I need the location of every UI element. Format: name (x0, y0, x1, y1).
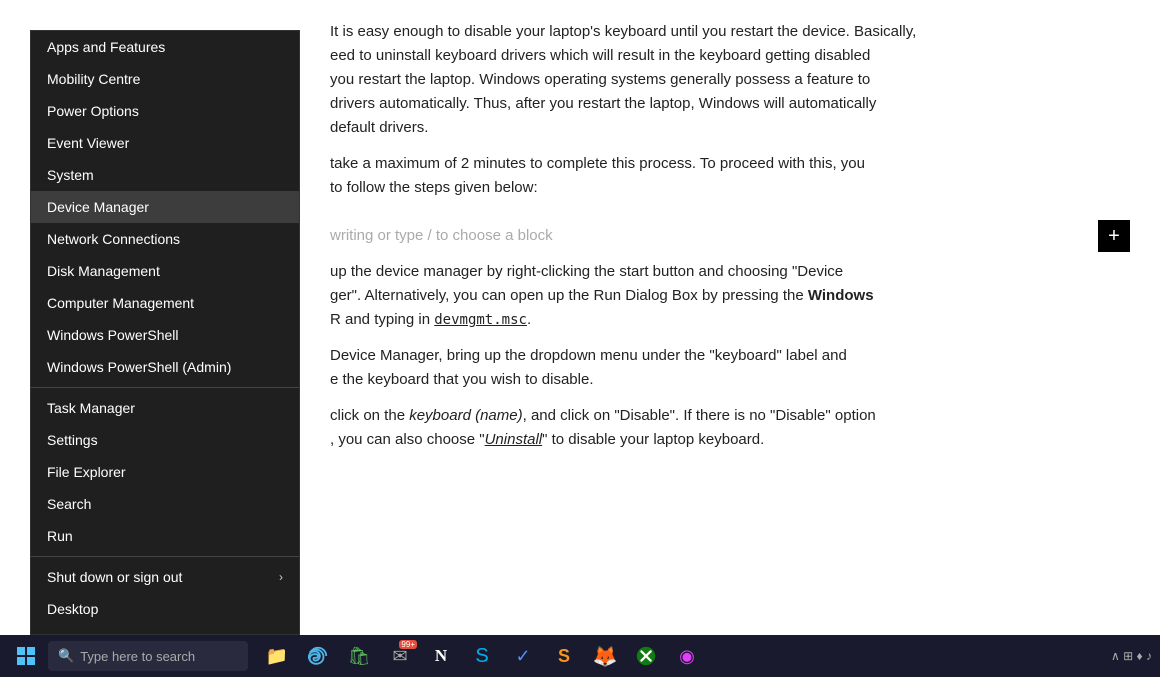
taskbar-tray: ∧ ⊞ ♦ ♪ (1111, 649, 1152, 663)
menu-item-label-network-connections: Network Connections (47, 231, 180, 247)
taskbar-icon-sublime[interactable]: S (545, 637, 583, 675)
menu-item-label-mobility-centre: Mobility Centre (47, 71, 140, 87)
article-para2: take a maximum of 2 minutes to complete … (330, 152, 1130, 200)
menu-item-label-run: Run (47, 528, 73, 544)
menu-item-computer-management[interactable]: Computer Management (31, 287, 299, 319)
context-menu: Apps and Features Mobility Centre Power Op… (30, 30, 300, 635)
menu-divider (31, 556, 299, 557)
menu-item-label-system: System (47, 167, 94, 183)
menu-item-arrow-shut-down-sign-out: › (279, 570, 283, 584)
menu-item-disk-management[interactable]: Disk Management (31, 255, 299, 287)
search-placeholder-text: Type here to search (80, 649, 195, 664)
menu-item-label-file-explorer: File Explorer (47, 464, 126, 480)
menu-item-label-event-viewer: Event Viewer (47, 135, 129, 151)
menu-divider (31, 387, 299, 388)
article-para5: click on the keyboard (name), and click … (330, 404, 1130, 452)
menu-item-label-shut-down-sign-out: Shut down or sign out (47, 569, 182, 585)
code-devmgmt: devmgmt.msc (434, 312, 527, 328)
menu-item-label-computer-management: Computer Management (47, 295, 194, 311)
menu-item-shut-down-sign-out[interactable]: Shut down or sign out › (31, 561, 299, 593)
article-para3: up the device manager by right-clicking … (330, 260, 1130, 332)
menu-item-label-device-manager: Device Manager (47, 199, 149, 215)
taskbar-icon-multi[interactable]: ◉ (668, 637, 706, 675)
menu-item-run[interactable]: Run (31, 520, 299, 552)
menu-item-task-manager[interactable]: Task Manager (31, 392, 299, 424)
menu-item-windows-powershell-admin[interactable]: Windows PowerShell (Admin) (31, 351, 299, 383)
taskbar-icon-store[interactable]: 🛍 (340, 637, 378, 675)
menu-item-device-manager[interactable]: Device Manager (31, 191, 299, 223)
menu-item-mobility-centre[interactable]: Mobility Centre (31, 63, 299, 95)
menu-item-apps-features[interactable]: Apps and Features (31, 31, 299, 63)
taskbar: 🔍 Type here to search 📁 🛍 ✉ 99+ N S ✓ S … (0, 635, 1160, 677)
article-content: It is easy enough to disable your laptop… (300, 0, 1160, 637)
menu-item-label-task-manager: Task Manager (47, 400, 135, 416)
menu-item-label-search: Search (47, 496, 91, 512)
menu-item-desktop[interactable]: Desktop (31, 593, 299, 625)
menu-item-search[interactable]: Search (31, 488, 299, 520)
menu-item-label-disk-management: Disk Management (47, 263, 160, 279)
menu-item-system[interactable]: System (31, 159, 299, 191)
taskbar-icon-explorer[interactable]: 📁 (258, 637, 296, 675)
menu-item-label-power-options: Power Options (47, 103, 139, 119)
taskbar-pinned-apps: 📁 🛍 ✉ 99+ N S ✓ S 🦊 ◉ (258, 637, 706, 675)
taskbar-icon-firefox[interactable]: 🦊 (586, 637, 624, 675)
taskbar-icon-mail[interactable]: ✉ 99+ (381, 637, 419, 675)
menu-item-windows-powershell[interactable]: Windows PowerShell (31, 319, 299, 351)
block-placeholder: writing or type / to choose a block + (330, 212, 1130, 260)
taskbar-icon-edge[interactable] (299, 637, 337, 675)
taskbar-icon-notion[interactable]: N (422, 637, 460, 675)
article-para4: Device Manager, bring up the dropdown me… (330, 344, 1130, 392)
menu-item-network-connections[interactable]: Network Connections (31, 223, 299, 255)
menu-item-file-explorer[interactable]: File Explorer (31, 456, 299, 488)
menu-item-label-settings: Settings (47, 432, 98, 448)
block-placeholder-text: writing or type / to choose a block (330, 224, 553, 248)
add-block-button[interactable]: + (1098, 220, 1130, 252)
taskbar-icon-xbox[interactable] (627, 637, 665, 675)
menu-item-label-desktop: Desktop (47, 601, 98, 617)
menu-item-label-apps-features: Apps and Features (47, 39, 165, 55)
taskbar-icon-todo[interactable]: ✓ (504, 637, 542, 675)
menu-item-event-viewer[interactable]: Event Viewer (31, 127, 299, 159)
menu-item-power-options[interactable]: Power Options (31, 95, 299, 127)
taskbar-search[interactable]: 🔍 Type here to search (48, 641, 248, 671)
taskbar-icon-skype[interactable]: S (463, 637, 501, 675)
menu-item-label-windows-powershell-admin: Windows PowerShell (Admin) (47, 359, 231, 375)
search-icon: 🔍 (58, 648, 74, 664)
article-para1: It is easy enough to disable your laptop… (330, 20, 1130, 140)
menu-item-label-windows-powershell: Windows PowerShell (47, 327, 179, 343)
start-button[interactable] (8, 638, 44, 674)
menu-item-settings[interactable]: Settings (31, 424, 299, 456)
